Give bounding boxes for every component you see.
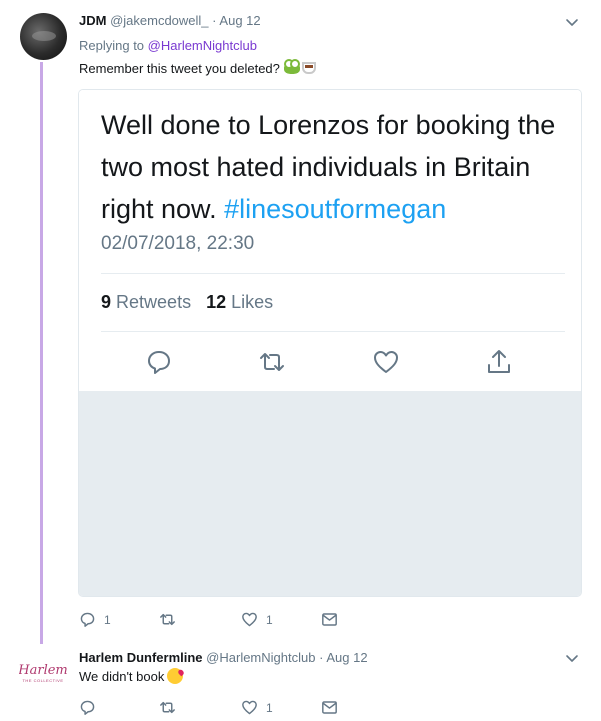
tweet-text: We didn't book xyxy=(79,668,184,685)
embedded-tweet-screenshot: Well done to Lorenzos for booking the tw… xyxy=(79,90,581,391)
like-count: 1 xyxy=(266,700,273,715)
author-handle[interactable]: @jakemcdowell_ xyxy=(110,13,208,28)
tea-emoji xyxy=(301,62,316,74)
kiss-emoji xyxy=(167,668,184,684)
likes-count: 12 xyxy=(206,292,227,312)
direct-message-button[interactable] xyxy=(321,699,338,716)
retweet-button[interactable] xyxy=(159,699,184,716)
retweet-icon xyxy=(260,353,284,371)
reply-icon xyxy=(80,612,95,627)
reply-icon xyxy=(148,351,170,374)
tweet-date[interactable]: Aug 12 xyxy=(326,650,367,665)
like-button[interactable]: 1 xyxy=(241,611,273,628)
like-count: 1 xyxy=(266,612,273,627)
mention-link[interactable]: @HarlemNightclub xyxy=(148,38,257,53)
embedded-stats: 9 Retweets 12 Likes xyxy=(101,292,273,313)
divider xyxy=(101,331,565,332)
author-name[interactable]: JDM xyxy=(79,13,106,28)
embedded-actions xyxy=(79,348,581,378)
like-button[interactable]: 1 xyxy=(241,699,273,716)
frog-emoji xyxy=(283,59,300,74)
thread-line xyxy=(40,62,43,644)
retweet-icon xyxy=(160,613,175,626)
like-icon xyxy=(374,351,398,373)
tweet-text-content: Remember this tweet you deleted? xyxy=(79,61,280,76)
chevron-down-icon[interactable] xyxy=(565,652,579,666)
reply-icon xyxy=(80,700,95,715)
dm-icon xyxy=(322,613,337,626)
tweet-header: JDM @jakemcdowell_ · Aug 12 xyxy=(79,13,261,29)
avatar-logo-script: Harlem xyxy=(19,662,67,678)
reply-button[interactable] xyxy=(79,699,104,716)
avatar-logo-sub: THE COLLECTIVE xyxy=(22,677,64,683)
separator-dot: · xyxy=(319,650,324,665)
embedded-hashtag: #linesoutformegan xyxy=(224,194,447,224)
likes-label: Likes xyxy=(231,292,274,312)
retweets-label: Retweets xyxy=(116,292,192,312)
tweet-actions: 1 1 xyxy=(79,611,379,631)
like-icon xyxy=(242,612,257,627)
direct-message-button[interactable] xyxy=(321,611,338,628)
reply-count: 1 xyxy=(104,612,111,627)
replying-to: Replying to @HarlemNightclub xyxy=(79,38,257,53)
chevron-down-icon[interactable] xyxy=(565,16,579,30)
avatar[interactable]: Harlem THE COLLECTIVE xyxy=(19,653,67,693)
embedded-timestamp: 02/07/2018, 22:30 xyxy=(101,233,255,254)
avatar[interactable] xyxy=(20,13,67,60)
retweet-icon xyxy=(160,701,175,714)
media-placeholder xyxy=(79,391,581,596)
divider xyxy=(101,273,565,274)
author-name[interactable]: Harlem Dunfermline xyxy=(79,650,203,665)
embedded-tweet-text: Well done to Lorenzos for booking the tw… xyxy=(101,104,571,230)
share-icon xyxy=(488,350,510,373)
media-card[interactable]: Well done to Lorenzos for booking the tw… xyxy=(78,89,582,597)
like-icon xyxy=(242,700,257,715)
author-handle[interactable]: @HarlemNightclub xyxy=(206,650,315,665)
reply-button[interactable]: 1 xyxy=(79,611,111,628)
tweet-header: Harlem Dunfermline @HarlemNightclub · Au… xyxy=(79,650,368,666)
retweet-button[interactable] xyxy=(159,611,184,628)
tweet-text: Remember this tweet you deleted? xyxy=(79,59,316,77)
replying-prefix: Replying to xyxy=(79,38,145,53)
tweet-actions: 1 xyxy=(79,699,379,719)
tweet-date[interactable]: Aug 12 xyxy=(219,13,260,28)
retweets-count: 9 xyxy=(101,292,112,312)
separator-dot: · xyxy=(212,13,217,28)
tweet-text-content: We didn't book xyxy=(79,669,165,684)
dm-icon xyxy=(322,701,337,714)
